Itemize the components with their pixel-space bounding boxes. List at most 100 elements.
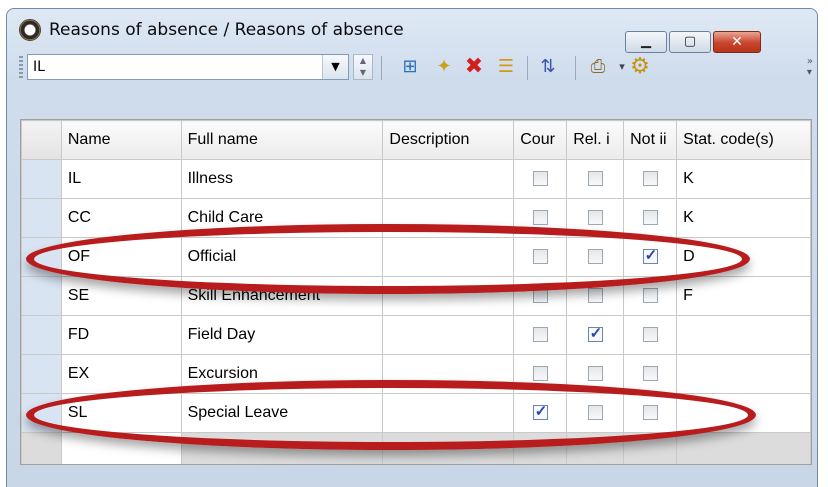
empty-cell[interactable]: [623, 432, 678, 464]
empty-cell[interactable]: [60, 432, 182, 464]
row-selector[interactable]: [21, 315, 62, 355]
new-record-row[interactable]: [21, 432, 811, 464]
empty-cell[interactable]: [382, 432, 515, 464]
cell-name[interactable]: SE: [60, 276, 182, 316]
checkbox[interactable]: [642, 405, 658, 421]
cell-description[interactable]: [382, 159, 515, 199]
chevron-down-icon[interactable]: ▼: [322, 55, 348, 79]
table-row[interactable]: CC Child Care K: [21, 198, 811, 238]
checkbox[interactable]: [642, 327, 658, 343]
row-selector[interactable]: [21, 159, 62, 199]
cell-stat-code[interactable]: K: [676, 198, 811, 238]
checkbox[interactable]: [642, 366, 658, 382]
toolbar-grip[interactable]: [19, 56, 23, 80]
checkbox[interactable]: [587, 324, 603, 343]
checkbox[interactable]: [532, 402, 548, 421]
cell-full-name[interactable]: Field Day: [180, 315, 384, 355]
cell-description[interactable]: [382, 393, 515, 433]
checkbox[interactable]: [642, 288, 658, 304]
checkbox[interactable]: [532, 249, 548, 265]
checkbox[interactable]: [587, 210, 603, 226]
cell-stat-code[interactable]: F: [676, 276, 811, 316]
cell-full-name[interactable]: Skill Enhancement: [180, 276, 384, 316]
spin-icon: ▲ ▼: [359, 56, 367, 77]
column-header-not[interactable]: Not ii: [623, 120, 678, 160]
empty-cell[interactable]: [513, 432, 568, 464]
checkbox[interactable]: [532, 366, 548, 382]
table-row[interactable]: EX Excursion: [21, 354, 811, 394]
cell-name[interactable]: IL: [60, 159, 182, 199]
window-title: Reasons of absence / Reasons of absence: [49, 20, 404, 40]
cell-full-name[interactable]: Special Leave: [180, 393, 384, 433]
empty-cell[interactable]: [180, 432, 384, 464]
cell-full-name[interactable]: Illness: [180, 159, 384, 199]
cell-rel: [566, 276, 625, 316]
checkbox[interactable]: [587, 249, 603, 265]
cell-description[interactable]: [382, 315, 515, 355]
cell-name[interactable]: CC: [60, 198, 182, 238]
column-header-description[interactable]: Description: [382, 120, 515, 160]
table-row[interactable]: OFOfficial D: [21, 237, 811, 277]
cell-name[interactable]: SL: [60, 393, 182, 433]
title-bar[interactable]: Reasons of absence / Reasons of absence …: [7, 9, 817, 53]
cell-name[interactable]: EX: [60, 354, 182, 394]
column-header-cour[interactable]: Cour: [513, 120, 568, 160]
checkbox[interactable]: [587, 405, 603, 421]
sort-icon[interactable]: ⇅: [535, 54, 561, 80]
cell-name[interactable]: FD: [60, 315, 182, 355]
cell-full-name[interactable]: Child Care: [180, 198, 384, 238]
move-icon[interactable]: ⊞: [397, 54, 423, 80]
delete-icon[interactable]: ✖: [461, 54, 487, 80]
row-selector[interactable]: [21, 237, 62, 277]
settings-icon[interactable]: ⚙: [627, 54, 653, 80]
maximize-button[interactable]: ▢: [669, 31, 711, 53]
column-header-stat-codes[interactable]: Stat. code(s): [676, 120, 811, 160]
checkbox[interactable]: [532, 288, 548, 304]
cell-description[interactable]: [382, 198, 515, 238]
empty-cell[interactable]: [566, 432, 625, 464]
table-row[interactable]: SE Skill Enhancement F: [21, 276, 811, 316]
cell-stat-code[interactable]: D: [676, 237, 811, 277]
list-icon[interactable]: ☰: [493, 54, 519, 80]
checkbox[interactable]: [532, 210, 548, 226]
toolbar-overflow-icon[interactable]: » ▾: [807, 56, 813, 78]
checkbox[interactable]: [642, 210, 658, 226]
checkbox[interactable]: [642, 171, 658, 187]
close-button[interactable]: ✕: [713, 31, 761, 53]
row-selector-header[interactable]: [21, 120, 62, 160]
cell-stat-code[interactable]: [676, 354, 811, 394]
cell-description[interactable]: [382, 354, 515, 394]
table-row[interactable]: IL Illness K: [21, 159, 811, 199]
column-header-full-name[interactable]: Full name: [180, 120, 384, 160]
checkbox[interactable]: [587, 366, 603, 382]
cell-full-name[interactable]: Excursion: [180, 354, 384, 394]
minimize-button[interactable]: ▁: [625, 31, 667, 53]
row-selector[interactable]: [21, 393, 62, 433]
empty-cell[interactable]: [676, 432, 811, 464]
reason-combo[interactable]: IL ▼: [27, 54, 349, 80]
checkbox[interactable]: [587, 171, 603, 187]
cell-full-name[interactable]: Official: [180, 237, 384, 277]
new-icon[interactable]: ✦: [431, 54, 457, 80]
cell-name[interactable]: OF: [60, 237, 182, 277]
row-selector[interactable]: [21, 198, 62, 238]
checkbox[interactable]: [532, 327, 548, 343]
column-header-name[interactable]: Name: [60, 120, 182, 160]
row-selector[interactable]: [21, 432, 62, 464]
checkbox[interactable]: [587, 288, 603, 304]
column-header-rel[interactable]: Rel. i: [566, 120, 625, 160]
cell-description[interactable]: [382, 237, 515, 277]
table-row[interactable]: FD Field Day: [21, 315, 811, 355]
print-preview-icon[interactable]: ⎙: [585, 54, 611, 80]
cell-stat-code[interactable]: [676, 393, 811, 433]
row-selector[interactable]: [21, 276, 62, 316]
checkbox[interactable]: [642, 246, 658, 265]
cell-cour: [513, 276, 568, 316]
checkbox[interactable]: [532, 171, 548, 187]
spin-buttons[interactable]: ▲ ▼: [353, 54, 373, 80]
cell-stat-code[interactable]: K: [676, 159, 811, 199]
table-row[interactable]: SL Special Leave: [21, 393, 811, 433]
row-selector[interactable]: [21, 354, 62, 394]
cell-description[interactable]: [382, 276, 515, 316]
cell-stat-code[interactable]: [676, 315, 811, 355]
